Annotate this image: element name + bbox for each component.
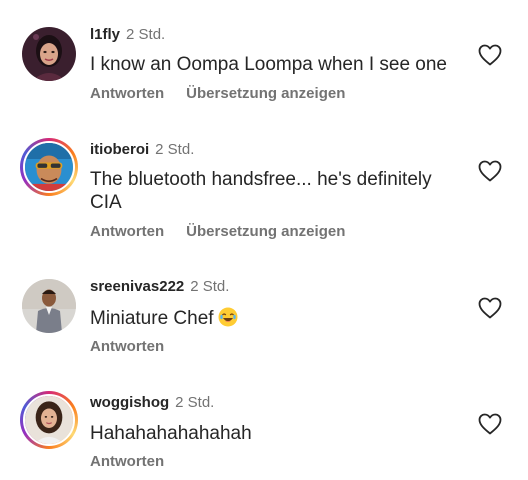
username[interactable]: l1fly	[90, 26, 120, 43]
comment-text: I know an Oompa Loompa when I see one	[90, 54, 448, 75]
reply-button[interactable]: Antworten	[90, 85, 164, 103]
timestamp: 2 Std.	[126, 26, 166, 43]
reply-button[interactable]: Antworten	[90, 338, 164, 356]
heart-icon[interactable]	[478, 413, 502, 435]
avatar-image	[22, 279, 76, 333]
comment-text: The bluetooth handsfree... he's definite…	[90, 169, 432, 213]
username[interactable]: itioberoi	[90, 141, 149, 158]
username[interactable]: sreenivas222	[90, 278, 184, 295]
avatar-image	[23, 394, 75, 446]
comment-actions: Antworten	[90, 338, 164, 356]
avatar[interactable]	[20, 138, 78, 196]
comment-meta: l1fly 2 Std.	[90, 26, 165, 44]
show-translation-button[interactable]: Übersetzung anzeigen	[186, 223, 345, 241]
avatar[interactable]	[20, 391, 78, 449]
comment-actions: Antworten Übersetzung anzeigen	[90, 85, 345, 103]
comment-text: Hahahahahahahah	[90, 423, 252, 444]
comment-meta: sreenivas222 2 Std.	[90, 278, 229, 296]
comment-text-content: Miniature Chef	[90, 308, 214, 329]
heart-icon[interactable]	[478, 160, 502, 182]
show-translation-button[interactable]: Übersetzung anzeigen	[186, 85, 345, 103]
heart-icon[interactable]	[478, 297, 502, 319]
comment-text: Miniature Chef	[90, 307, 450, 330]
timestamp: 2 Std.	[190, 278, 230, 295]
timestamp: 2 Std.	[175, 394, 215, 411]
comment-actions: Antworten Übersetzung anzeigen	[90, 223, 345, 241]
heart-icon[interactable]	[478, 44, 502, 66]
avatar[interactable]	[22, 279, 76, 333]
reply-button[interactable]: Antworten	[90, 223, 164, 241]
username[interactable]: woggishog	[90, 394, 169, 411]
comment-meta: itioberoi 2 Std.	[90, 141, 194, 159]
reply-button[interactable]: Antworten	[90, 453, 164, 471]
laughing-emoji-icon	[218, 307, 238, 327]
avatar-image	[22, 27, 76, 81]
comment-meta: woggishog 2 Std.	[90, 394, 214, 412]
avatar-image	[23, 141, 75, 193]
avatar[interactable]	[22, 27, 76, 81]
timestamp: 2 Std.	[155, 141, 195, 158]
comment-actions: Antworten	[90, 453, 164, 471]
